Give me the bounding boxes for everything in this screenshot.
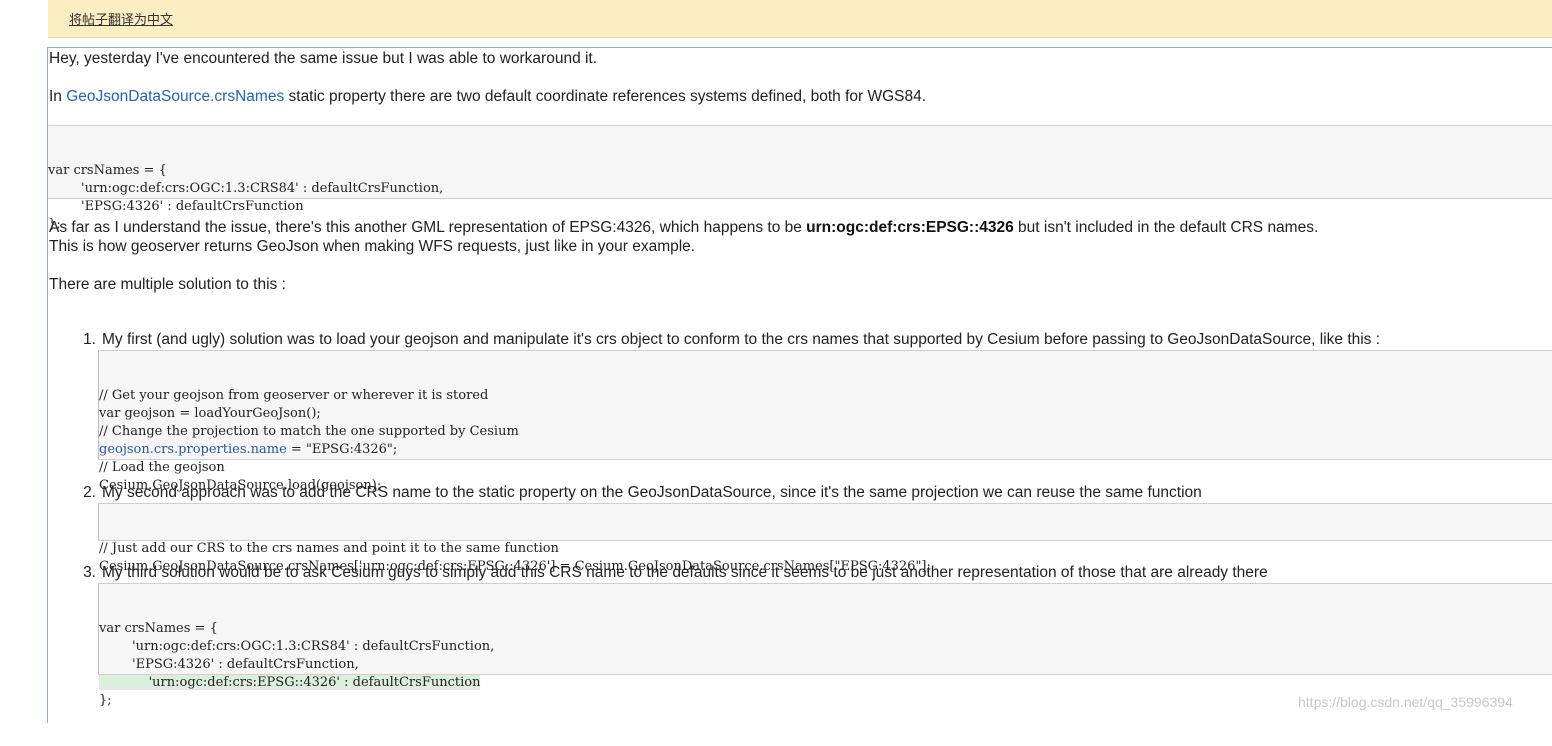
paragraph-explanation: As far as I understand the issue, there'…	[49, 219, 1319, 236]
paragraph-intro: Hey, yesterday I've encountered the same…	[49, 50, 598, 67]
code-block-default-crs: var crsNames = { 'urn:ogc:def:crs:OGC:1.…	[48, 125, 1552, 232]
code-line: 'EPSG:4326' : defaultCrsFunction,	[99, 657, 359, 672]
translate-banner: 将帖子翻译为中文	[48, 0, 1552, 38]
code-block-solution-1: // Get your geojson from geoserver or wh…	[98, 350, 1552, 493]
bold-crs-urn: urn:ogc:def:crs:EPSG::4326	[806, 219, 1014, 236]
translate-post-link[interactable]: 将帖子翻译为中文	[69, 9, 173, 28]
code-line: // Just add our CRS to the crs names and…	[99, 541, 559, 556]
code-line: geojson.crs.properties.name = "EPSG:4326…	[99, 442, 398, 457]
paragraph-geoserver: This is how geoserver returns GeoJson wh…	[49, 238, 696, 255]
code-line: var geojson = loadYourGeoJson();	[99, 406, 321, 421]
list-item-2: 2. My second approach was to add the CRS …	[83, 484, 1202, 501]
code-line-highlighted: 'urn:ogc:def:crs:EPSG::4326' : defaultCr…	[99, 675, 481, 690]
code-line: var crsNames = {	[99, 621, 218, 636]
code-line: // Change the projection to match the on…	[99, 424, 519, 439]
list-item-3: 3. My third solution would be to ask Cesi…	[83, 564, 1268, 581]
code-block-solution-3: var crsNames = { 'urn:ogc:def:crs:OGC:1.…	[98, 583, 1552, 708]
blog-watermark: https://blog.csdn.net/qq_35996394	[1298, 694, 1513, 710]
code-block-solution-2: // Just add our CRS to the crs names and…	[98, 503, 1552, 574]
list-item-1: 1. My first (and ugly) solution was to lo…	[83, 331, 1381, 348]
code-line: 'urn:ogc:def:crs:OGC:1.3:CRS84' : defaul…	[48, 181, 444, 196]
crsnames-link[interactable]: GeoJsonDataSource.crsNames	[66, 88, 284, 105]
paragraph-crsnames: In GeoJsonDataSource.crsNames static pro…	[49, 88, 927, 105]
code-line: 'urn:ogc:def:crs:OGC:1.3:CRS84' : defaul…	[99, 639, 495, 654]
paragraph-solutions: There are multiple solution to this :	[49, 276, 286, 293]
code-line: // Load the geojson	[99, 460, 225, 475]
code-line: 'EPSG:4326' : defaultCrsFunction	[48, 199, 304, 214]
code-line: // Get your geojson from geoserver or wh…	[99, 388, 489, 403]
post-body: Hey, yesterday I've encountered the same…	[47, 47, 1552, 723]
code-line: var crsNames = {	[48, 163, 167, 178]
